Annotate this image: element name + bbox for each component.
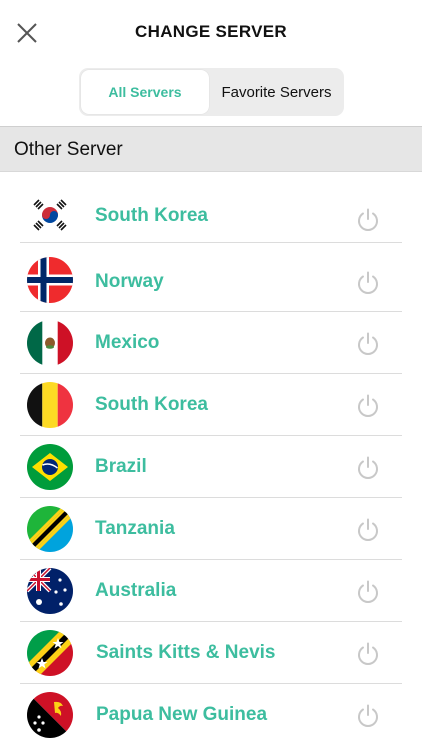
- power-icon[interactable]: [355, 393, 381, 419]
- server-row[interactable]: South Korea: [0, 374, 422, 436]
- server-name: Tanzania: [95, 518, 175, 539]
- south-korea-flag-icon: [27, 192, 73, 238]
- server-filter-tabs: All Servers Favorite Servers: [79, 68, 344, 116]
- server-row[interactable]: Mexico: [0, 312, 422, 374]
- server-row[interactable]: Tanzania: [0, 498, 422, 560]
- page-title: CHANGE SERVER: [135, 22, 287, 41]
- server-name: Papua New Guinea: [96, 704, 268, 725]
- australia-flag-icon: [27, 568, 73, 614]
- server-name: South Korea: [95, 394, 208, 415]
- server-name: Australia: [95, 580, 177, 601]
- server-name: Norway: [95, 271, 164, 292]
- server-row[interactable]: Papua New Guinea: [0, 684, 422, 746]
- server-row[interactable]: Australia: [0, 560, 422, 622]
- power-icon[interactable]: [355, 331, 381, 357]
- header: CHANGE SERVER: [0, 0, 422, 66]
- server-row[interactable]: Brazil: [0, 436, 422, 498]
- server-name: Saints Kitts & Nevis: [96, 642, 276, 663]
- power-icon[interactable]: [355, 641, 381, 667]
- row-divider: [20, 242, 402, 243]
- mexico-flag-icon: [27, 320, 73, 366]
- norway-flag-icon: [27, 257, 73, 303]
- saint-kitts-nevis-flag-icon: [27, 630, 73, 676]
- tab-all-servers[interactable]: All Servers: [81, 70, 209, 114]
- tanzania-flag-icon: [27, 506, 73, 552]
- server-name: Brazil: [95, 456, 147, 477]
- power-icon[interactable]: [355, 207, 381, 233]
- power-icon[interactable]: [355, 455, 381, 481]
- brazil-flag-icon: [27, 444, 73, 490]
- section-title: Other Server: [14, 139, 123, 160]
- power-icon[interactable]: [355, 517, 381, 543]
- papua-new-guinea-flag-icon: [27, 692, 73, 738]
- server-row[interactable]: Norway: [0, 244, 422, 312]
- power-icon[interactable]: [355, 579, 381, 605]
- server-name: South Korea: [95, 205, 208, 226]
- server-row[interactable]: Saints Kitts & Nevis: [0, 622, 422, 684]
- power-icon[interactable]: [355, 270, 381, 296]
- belgium-flag-icon: [27, 382, 73, 428]
- tab-favorite-servers[interactable]: Favorite Servers: [209, 68, 344, 116]
- server-row[interactable]: South Korea: [0, 172, 422, 243]
- server-name: Mexico: [95, 332, 160, 353]
- section-header: Other Server: [0, 126, 422, 172]
- power-icon[interactable]: [355, 703, 381, 729]
